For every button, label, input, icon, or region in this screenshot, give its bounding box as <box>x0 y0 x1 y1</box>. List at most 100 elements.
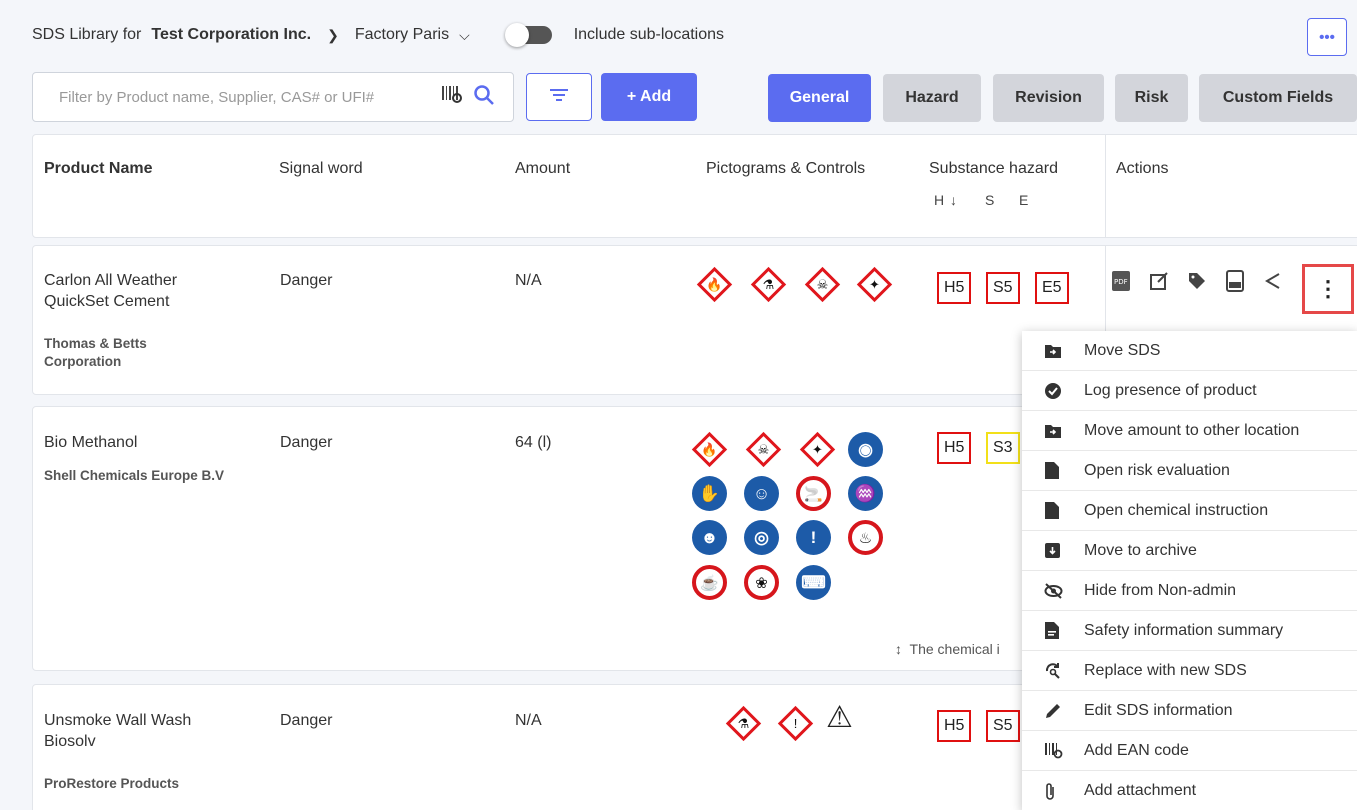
no-smoking-icon: 🚬 <box>796 476 831 511</box>
folder-move-icon <box>1022 423 1084 439</box>
amount: N/A <box>515 712 542 729</box>
chevron-down-icon[interactable]: ⌵ <box>459 27 470 44</box>
product-name[interactable]: Carlon All Weather QuickSet Cement <box>44 270 177 312</box>
filter-button[interactable] <box>526 73 592 121</box>
signal-word: Danger <box>280 434 333 451</box>
eye-off-icon <box>1022 582 1084 599</box>
more-vertical-icon: ⋮ <box>1317 276 1339 301</box>
gloves-icon: ✋ <box>692 476 727 511</box>
wash-hands-icon: ♒ <box>848 476 883 511</box>
sub-locations-label: Include sub-locations <box>573 26 725 43</box>
no-fire-extinguish-icon: ♨ <box>848 520 883 555</box>
product-name[interactable]: Bio Methanol <box>44 432 137 453</box>
barcode-icon <box>1022 742 1084 760</box>
menu-item-move-sds[interactable]: Move SDS <box>1022 331 1357 371</box>
menu-item-safety-summary[interactable]: Safety information summary <box>1022 611 1357 651</box>
amount: 64 (l) <box>515 434 552 451</box>
supplier-line: Thomas & Betts <box>44 336 147 351</box>
search-icon[interactable] <box>473 84 495 110</box>
chevron-right-icon: ❯ <box>327 26 339 43</box>
replace-icon <box>1022 662 1084 680</box>
menu-item-label: Log presence of product <box>1084 381 1257 399</box>
pdf-icon[interactable]: PDF <box>1108 268 1134 294</box>
menu-item-replace-sds[interactable]: Replace with new SDS <box>1022 651 1357 691</box>
menu-item-open-risk-evaluation[interactable]: Open risk evaluation <box>1022 451 1357 491</box>
document-icon <box>1022 501 1084 520</box>
product-name-line: QuickSet Cement <box>44 293 170 310</box>
sub-locations-toggle[interactable] <box>504 23 552 47</box>
menu-item-log-presence[interactable]: Log presence of product <box>1022 371 1357 411</box>
location-name[interactable]: Factory Paris <box>355 26 449 44</box>
column-product-name[interactable]: Product Name <box>44 160 152 178</box>
signal-word: Danger <box>280 712 333 729</box>
archive-icon <box>1022 542 1084 559</box>
menu-item-add-ean[interactable]: Add EAN code <box>1022 731 1357 771</box>
hazard-e-badge: E5 <box>1035 272 1069 304</box>
menu-item-label: Move to archive <box>1084 541 1197 559</box>
tab-hazard[interactable]: Hazard <box>883 74 981 122</box>
pencil-icon <box>1022 702 1084 720</box>
actions-dropdown-menu: Move SDS Log presence of product Move am… <box>1022 331 1357 810</box>
hazard-s-badge: S5 <box>986 710 1020 742</box>
column-signal-word[interactable]: Signal word <box>279 160 363 178</box>
hazard-sort-e[interactable]: E <box>1019 192 1029 208</box>
hazard-sort-s[interactable]: S <box>985 192 995 208</box>
hazard-s-badge: S5 <box>986 272 1020 304</box>
menu-item-move-amount[interactable]: Move amount to other location <box>1022 411 1357 451</box>
protective-clothing-icon: ⌨ <box>796 565 831 600</box>
menu-item-label: Open chemical instruction <box>1084 501 1269 519</box>
paperclip-icon <box>1022 782 1084 801</box>
tab-custom-fields[interactable]: Custom Fields <box>1199 74 1357 122</box>
hazard-sort-h[interactable]: H ↓ <box>934 192 958 208</box>
tag-icon[interactable] <box>1184 268 1210 294</box>
product-name[interactable]: Unsmoke Wall Wash Biosolv <box>44 710 191 752</box>
search-placeholder: Filter by Product name, Supplier, CAS# o… <box>59 88 375 106</box>
breadcrumb: SDS Library for Test Corporation Inc. ❯ … <box>32 23 725 47</box>
warning-triangle-icon: ⚠ <box>826 701 853 734</box>
menu-item-open-chemical-instruction[interactable]: Open chemical instruction <box>1022 491 1357 531</box>
mandatory-action-icon: ! <box>796 520 831 555</box>
hazard-s-badge: S3 <box>986 432 1020 464</box>
company-name: Test Corporation Inc. <box>151 26 312 43</box>
menu-item-label: Replace with new SDS <box>1084 661 1247 679</box>
menu-item-label: Move SDS <box>1084 341 1161 359</box>
check-circle-icon <box>1022 382 1084 400</box>
log-icon[interactable] <box>1222 268 1248 294</box>
supplier-line: Corporation <box>44 354 122 369</box>
menu-item-add-attachment[interactable]: Add attachment <box>1022 771 1357 810</box>
eye-protection-icon: ◉ <box>848 432 883 467</box>
tab-revision[interactable]: Revision <box>993 74 1104 122</box>
add-button[interactable]: + Add <box>601 73 697 121</box>
more-options-button[interactable]: ••• <box>1307 18 1347 56</box>
column-actions: Actions <box>1116 160 1169 177</box>
kebab-menu-button[interactable]: ⋮ <box>1302 264 1354 314</box>
search-input[interactable]: Filter by Product name, Supplier, CAS# o… <box>32 72 514 122</box>
summary-icon <box>1022 621 1084 640</box>
chemical-note[interactable]: ↕ The chemical i <box>895 641 1000 657</box>
open-external-icon[interactable] <box>1146 268 1172 294</box>
menu-item-hide-from-non-admin[interactable]: Hide from Non-admin <box>1022 571 1357 611</box>
menu-item-label: Safety information summary <box>1084 621 1284 639</box>
supplier-name: Shell Chemicals Europe B.V <box>44 468 225 483</box>
supplier-name: Thomas & Betts Corporation <box>44 335 147 371</box>
hazard-h-badge: H5 <box>937 432 972 464</box>
barcode-scan-icon[interactable] <box>441 85 463 109</box>
no-open-flame-icon: ❀ <box>744 565 779 600</box>
library-prefix: SDS Library for <box>32 26 142 43</box>
menu-item-label: Add attachment <box>1084 782 1197 799</box>
column-amount[interactable]: Amount <box>515 160 570 178</box>
menu-item-edit-sds[interactable]: Edit SDS information <box>1022 691 1357 731</box>
document-icon <box>1022 461 1084 480</box>
tab-general[interactable]: General <box>768 74 871 122</box>
face-mask-icon: ☺ <box>744 476 779 511</box>
product-name-line: Carlon All Weather <box>44 272 178 289</box>
product-name-line: Biosolv <box>44 733 96 750</box>
tab-risk[interactable]: Risk <box>1115 74 1188 122</box>
folder-move-icon <box>1022 343 1084 359</box>
menu-item-label: Open risk evaluation <box>1084 461 1230 479</box>
menu-item-move-to-archive[interactable]: Move to archive <box>1022 531 1357 571</box>
ear-protection-icon: ◎ <box>744 520 779 555</box>
column-pictograms: Pictograms & Controls <box>706 160 866 177</box>
share-icon[interactable] <box>1260 268 1286 294</box>
no-eating-icon: ☕ <box>692 565 727 600</box>
